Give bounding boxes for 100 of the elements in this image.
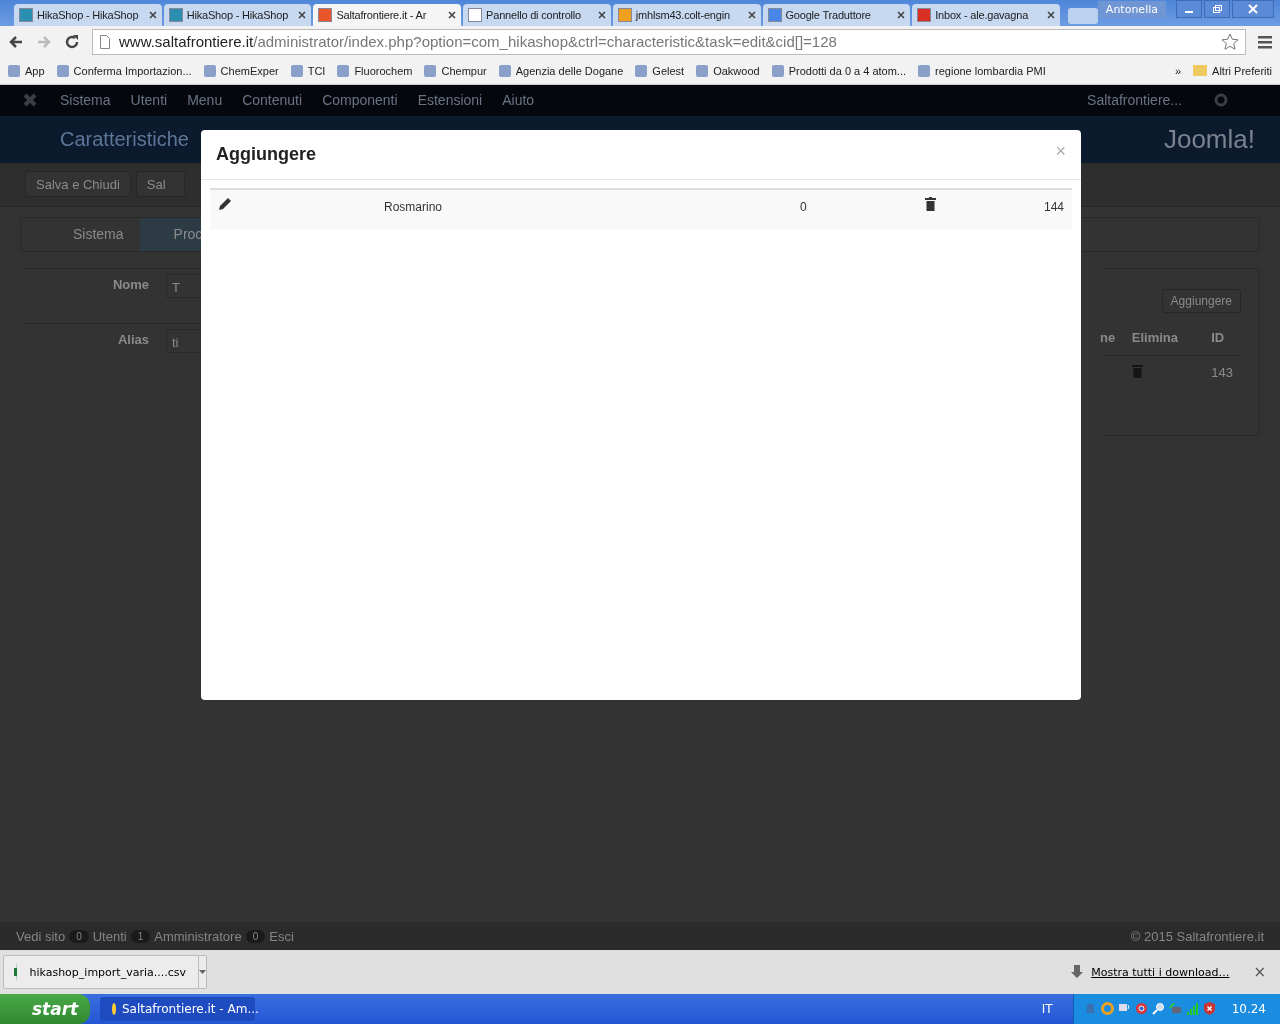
menu-item[interactable]: Aiuto [502, 92, 535, 109]
copyright-text: © 2015 Saltafrontiere.it [1130, 928, 1264, 944]
add-button[interactable]: Aggiungere [1161, 288, 1241, 313]
page-icon [99, 34, 111, 49]
count-badge: 0 [245, 929, 266, 943]
column-header: Elimina [1131, 330, 1180, 346]
trash-icon[interactable] [925, 196, 936, 211]
bookmark-icon [290, 64, 303, 77]
start-button[interactable]: start [0, 994, 90, 1024]
restore-icon [1212, 4, 1222, 14]
close-icon [1248, 4, 1258, 14]
bookmark[interactable]: Oakwood [696, 64, 760, 77]
page-title: Caratteristiche [60, 127, 189, 151]
bookmark[interactable]: Gelest [635, 64, 685, 77]
minimize-button[interactable] [1176, 0, 1202, 18]
browser-tab[interactable]: HikaShop - HikaShop [163, 3, 312, 26]
browser-tab[interactable]: Saltafrontiere.it - Ar [313, 3, 462, 26]
favicon-icon [617, 7, 632, 22]
browser-tab[interactable]: HikaShop - HikaShop [14, 3, 162, 26]
shield-icon[interactable] [1202, 1002, 1216, 1016]
menu-item[interactable]: Componenti [322, 92, 398, 109]
bookmark[interactable]: Fluorochem [337, 64, 413, 77]
site-link[interactable]: Saltafrontiere... [1087, 92, 1182, 109]
favicon-icon [318, 7, 333, 22]
view-site-link[interactable]: Vedi sito [16, 928, 66, 944]
menu-item[interactable]: Sistema [60, 92, 111, 109]
field-label: Alias [116, 330, 150, 349]
browser-tab[interactable]: Inbox - ale.gavagna [912, 3, 1060, 26]
bookmark-icon [635, 64, 648, 77]
bookmark[interactable]: Prodotti da 0 a 4 atom... [771, 64, 907, 77]
more-bookmarks-button[interactable]: » [1174, 64, 1182, 77]
pencil-icon[interactable] [218, 196, 232, 211]
magnifier-icon[interactable] [1151, 1002, 1165, 1016]
menu-item[interactable]: Estensioni [417, 92, 483, 109]
table-cell-text: Rosmarino [383, 198, 444, 214]
dropdown-button[interactable] [198, 956, 206, 988]
close-icon[interactable] [298, 10, 307, 19]
address-field[interactable]: www.saltafrontiere.it/administrator/index.php?option=com_hikashop&ctrl=characteristic&task=edit&cid[]=128 [92, 28, 1246, 55]
count-badge: 1 [130, 929, 151, 943]
favicon-icon [767, 7, 782, 22]
bookmark[interactable]: App [8, 64, 45, 77]
status-label: Utenti [92, 928, 127, 944]
close-icon[interactable] [448, 10, 457, 19]
show-all-downloads-link[interactable]: Mostra tutti i download… [1091, 965, 1230, 979]
browser-tab[interactable]: Pannello di controllo [463, 3, 611, 26]
bookmark[interactable]: Conferma Importazion... [56, 64, 192, 77]
modal-title: Aggiungere [216, 143, 317, 165]
bookmark-icon [424, 64, 437, 77]
restore-button[interactable] [1204, 0, 1230, 18]
bookmark-folder[interactable]: Altri Preferiti [1193, 64, 1272, 77]
bookmark-icon [56, 64, 69, 77]
language-indicator[interactable]: IT [1041, 1002, 1053, 1016]
toolbar-button[interactable]: Salva e Chiudi [25, 171, 131, 198]
bookmark[interactable]: TCI [290, 64, 326, 77]
minimize-icon [1185, 11, 1193, 13]
browser-tab[interactable]: jmhlsm43.colt-engin [612, 3, 761, 26]
close-icon[interactable] [747, 10, 756, 19]
back-icon[interactable] [8, 33, 24, 50]
joomla-logo: Joomla! [1163, 123, 1255, 155]
menu-item[interactable]: Utenti [130, 92, 168, 109]
bookmark-icon [203, 64, 216, 77]
close-icon[interactable] [148, 10, 157, 19]
star-icon[interactable] [1221, 32, 1239, 51]
column-header: ID [1211, 330, 1226, 346]
close-icon[interactable] [897, 10, 906, 19]
close-window-button[interactable] [1232, 0, 1274, 18]
close-icon[interactable] [597, 10, 606, 19]
bookmark-icon [918, 64, 931, 77]
bookmark-icon [337, 64, 350, 77]
bookmark-icon [696, 64, 709, 77]
bookmark-icon [8, 64, 20, 77]
menu-item[interactable]: Contenuti [242, 92, 303, 109]
bookmark[interactable]: ChemExper [203, 64, 279, 77]
clock: 10.24 [1231, 1002, 1266, 1016]
close-button[interactable]: × [1253, 963, 1266, 981]
toolbar-button[interactable]: Sal [135, 171, 185, 198]
download-item[interactable]: hikashop_import_varia....csv [3, 955, 207, 989]
menu-item[interactable]: Menu [187, 92, 223, 109]
column-header: ne [1100, 330, 1117, 346]
close-icon[interactable] [1046, 10, 1055, 19]
favicon-icon [917, 7, 932, 22]
download-arrow-icon [1071, 965, 1084, 979]
device-icon[interactable] [1168, 1002, 1182, 1016]
menu-icon[interactable] [1258, 34, 1272, 49]
tab[interactable]: Sistema [21, 217, 140, 251]
status-label: Amministratore [154, 928, 242, 944]
bookmark[interactable]: regione lombardia PMI [918, 64, 1046, 77]
browser-tab[interactable]: Google Traduttore [762, 3, 911, 26]
folder-icon [1193, 65, 1208, 77]
count-badge: 0 [69, 929, 89, 943]
bookmark[interactable]: Agenzia delle Dogane [498, 64, 624, 77]
field-label: Nome [111, 275, 150, 294]
bookmark-icon [771, 64, 784, 77]
reload-icon[interactable] [64, 33, 80, 50]
table-cell-text: 143 [1211, 365, 1234, 381]
bookmark[interactable]: Chempur [424, 64, 487, 77]
caret-icon [199, 970, 206, 974]
bookmark-icon [498, 64, 511, 77]
favicon-icon [468, 7, 483, 22]
logout-link[interactable]: Esci [269, 928, 294, 944]
